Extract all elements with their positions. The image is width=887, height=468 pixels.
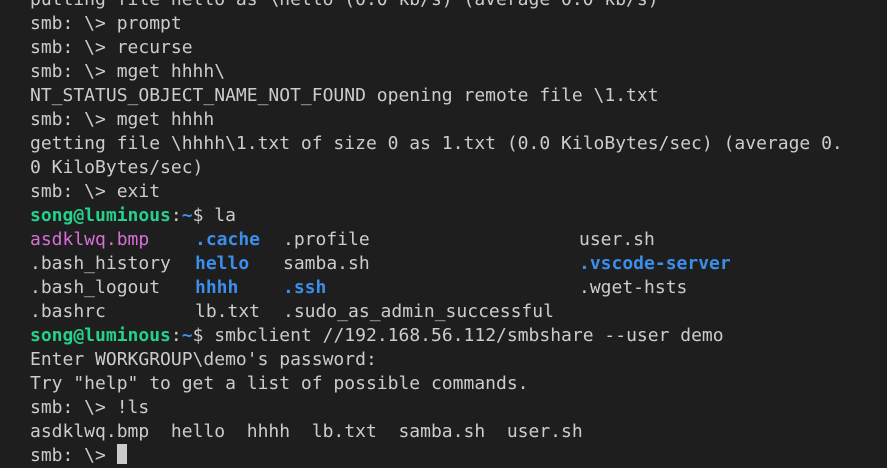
terminal-line: smb: \> recurse — [30, 37, 193, 58]
file-entry: .sudo_as_admin_successful — [283, 301, 554, 322]
file-entry: asdklwq.bmp — [30, 229, 150, 250]
file-entry: .wget-hsts — [579, 277, 688, 298]
terminal-line: smb: \> mget hhhh\ — [30, 61, 226, 82]
file-entry: .bashrc — [30, 301, 106, 322]
terminal-line: 0 KiloBytes/sec) — [30, 157, 204, 178]
shell-prompt-line: song@luminous:~$ la — [30, 204, 887, 228]
terminal-line: smb: \> exit — [30, 181, 161, 202]
directory-entry: hhhh — [195, 277, 239, 298]
prompt-symbol: $ — [192, 325, 215, 346]
ls-output-row: asdklwq.bmp .cache .profile user.sh — [30, 228, 887, 252]
terminal-line: NT_STATUS_OBJECT_NAME_NOT_FOUND opening … — [30, 85, 659, 106]
terminal-line: smb: \> !ls — [30, 397, 150, 418]
file-entry: lb.txt — [195, 301, 261, 322]
directory-entry: .cache — [195, 229, 261, 250]
command-text: la — [214, 205, 236, 226]
terminal-line: putting file hello as \hello (0.0 kb/s) … — [30, 0, 887, 12]
prompt-separator: : — [170, 205, 182, 226]
terminal-line: smb: \> mget hhhh — [30, 109, 215, 130]
terminal-line: asdklwq.bmp hello hhhh lb.txt samba.sh u… — [30, 421, 583, 442]
ls-output-row: .bashrc lb.txt .sudo_as_admin_successful — [30, 300, 887, 324]
smb-prompt: smb: \> — [30, 445, 117, 466]
terminal-line: smb: \> prompt — [30, 13, 182, 34]
terminal-line: Enter WORKGROUP\demo's password: — [30, 349, 377, 370]
directory-entry: .ssh — [283, 277, 327, 298]
terminal-output[interactable]: putting file hello as \hello (0.0 kb/s) … — [0, 0, 887, 468]
prompt-symbol: $ — [192, 205, 215, 226]
text-cursor — [116, 444, 127, 464]
ls-output-row: .bash_history hello samba.sh .vscode-ser… — [30, 252, 887, 276]
prompt-user: song@luminous — [30, 205, 171, 226]
directory-entry: .vscode-server — [579, 253, 731, 274]
shell-prompt-line: song@luminous:~$ smbclient //192.168.56.… — [30, 324, 887, 348]
smb-prompt-line[interactable]: smb: \> — [30, 444, 887, 468]
prompt-user: song@luminous — [30, 325, 171, 346]
directory-entry: hello — [195, 253, 250, 274]
ls-output-row: .bash_logout hhhh .ssh .wget-hsts — [30, 276, 887, 300]
file-entry: .profile — [283, 229, 370, 250]
terminal-line: getting file \hhhh\1.txt of size 0 as 1.… — [30, 133, 843, 154]
prompt-path: ~ — [181, 325, 193, 346]
command-text: smbclient //192.168.56.112/smbshare --us… — [214, 325, 724, 346]
file-entry: .bash_history — [30, 253, 171, 274]
file-entry: user.sh — [579, 229, 655, 250]
terminal-line: Try "help" to get a list of possible com… — [30, 373, 529, 394]
prompt-separator: : — [170, 325, 182, 346]
file-entry: samba.sh — [283, 253, 370, 274]
file-entry — [579, 300, 779, 324]
prompt-path: ~ — [181, 205, 193, 226]
file-entry: .bash_logout — [30, 277, 161, 298]
